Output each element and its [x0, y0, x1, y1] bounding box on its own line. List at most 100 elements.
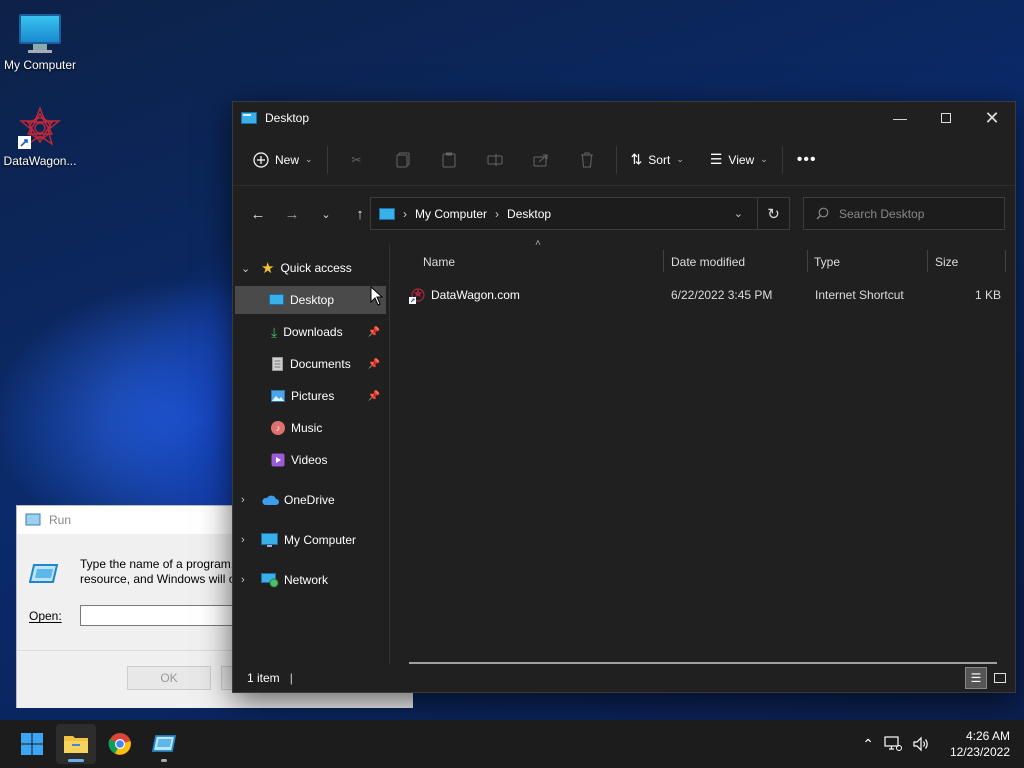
- new-button[interactable]: New ⌄: [245, 146, 321, 174]
- run-description-line1: Type the name of a program,: [80, 557, 235, 571]
- run-description-line2: resource, and Windows will o: [80, 572, 236, 586]
- arrow-left-icon: ←: [250, 205, 266, 223]
- clock[interactable]: 4:26 AM 12/23/2022: [950, 728, 1010, 760]
- column-header-name[interactable]: Name: [423, 244, 663, 280]
- navigation-pane: ⌄ ★ Quick access Desktop ⤓ Downloads 📌 D…: [233, 244, 390, 664]
- desktop-icon-label: DataWagon...: [3, 154, 77, 168]
- new-label: New: [275, 152, 300, 167]
- copy-button[interactable]: [380, 146, 426, 174]
- minimize-button[interactable]: —: [877, 102, 923, 134]
- file-row[interactable]: DataWagon.com 6/22/2022 3:45 PM Internet…: [391, 280, 1015, 312]
- breadcrumb-my-computer[interactable]: My Computer: [415, 207, 487, 221]
- desktop-icon-label: My Computer: [3, 58, 77, 72]
- nav-item-pictures[interactable]: Pictures 📌: [235, 382, 386, 410]
- file-list: ˄ Name Date modified Type Size DataWagon…: [391, 238, 1015, 664]
- cut-button[interactable]: ✂: [334, 147, 380, 173]
- maximize-button[interactable]: [923, 102, 969, 134]
- chevron-right-icon: ›: [241, 494, 245, 506]
- forward-button[interactable]: →: [275, 206, 309, 223]
- nav-item-label: Desktop: [290, 293, 335, 307]
- nav-item-downloads[interactable]: ⤓ Downloads 📌: [235, 318, 386, 346]
- nav-network[interactable]: › Network: [241, 566, 381, 594]
- address-dropdown-icon[interactable]: ⌄: [734, 207, 743, 220]
- run-ok-button[interactable]: OK: [127, 666, 211, 690]
- desktop-icon-my-computer[interactable]: My Computer: [0, 12, 80, 72]
- nav-onedrive-label: OneDrive: [284, 493, 335, 507]
- start-button[interactable]: [12, 724, 52, 764]
- refresh-icon[interactable]: ↻: [757, 198, 789, 229]
- share-icon: [533, 153, 549, 167]
- show-hidden-icons-button[interactable]: ⌃: [862, 736, 874, 753]
- taskbar-file-explorer[interactable]: [56, 724, 96, 764]
- mouse-cursor: [370, 286, 384, 306]
- rename-icon: [487, 153, 503, 167]
- chevron-down-icon: ⌄: [676, 154, 684, 164]
- nav-item-videos[interactable]: Videos: [235, 446, 386, 474]
- sort-icon: ⇅: [630, 151, 643, 167]
- network-status-icon[interactable]: [884, 736, 902, 752]
- clock-time: 4:26 AM: [965, 729, 1010, 743]
- view-label: View: [728, 152, 755, 167]
- monitor-icon: [18, 12, 62, 54]
- network-icon: [261, 572, 279, 588]
- paste-button[interactable]: [426, 146, 472, 174]
- column-header-type[interactable]: Type: [814, 244, 927, 280]
- search-box[interactable]: Search Desktop: [803, 197, 1005, 230]
- document-icon: [272, 357, 283, 371]
- file-size: 1 KB: [974, 288, 1001, 302]
- star-icon: ★: [261, 260, 275, 277]
- breadcrumb-separator-icon: ›: [495, 206, 500, 221]
- recent-locations-button[interactable]: ⌄: [309, 208, 343, 221]
- chevron-right-icon: ›: [241, 574, 245, 586]
- datawagon-logo-icon: [18, 106, 62, 150]
- address-bar[interactable]: › My Computer › Desktop ⌄ ↻: [370, 197, 790, 230]
- run-icon: [152, 734, 176, 754]
- share-button[interactable]: [518, 147, 564, 173]
- run-app-icon: [25, 513, 41, 527]
- arrow-right-icon: →: [284, 205, 300, 223]
- item-count: 1 item: [247, 671, 280, 685]
- volume-icon[interactable]: [912, 736, 930, 752]
- search-placeholder: Search Desktop: [839, 206, 925, 221]
- nav-item-label: Downloads: [283, 325, 343, 339]
- file-type: Internet Shortcut: [815, 288, 904, 302]
- nav-quick-access[interactable]: ⌄ ★ Quick access: [241, 254, 381, 282]
- nav-my-computer[interactable]: › My Computer: [241, 526, 381, 554]
- nav-my-computer-label: My Computer: [284, 533, 357, 547]
- more-options-button[interactable]: •••: [789, 145, 825, 175]
- run-icon: [29, 562, 59, 586]
- rename-button[interactable]: [472, 147, 518, 173]
- desktop-folder-icon: [379, 207, 395, 221]
- tiles-view-button[interactable]: [989, 667, 1011, 689]
- back-button[interactable]: ←: [241, 206, 275, 223]
- nav-item-label: Documents: [290, 357, 351, 371]
- nav-item-music[interactable]: ♪ Music: [235, 414, 386, 442]
- desktop-folder-icon: [269, 294, 284, 306]
- command-bar: New ⌄ ✂ ⇅ Sort ⌄ ☰ View ⌄ •••: [233, 134, 1015, 186]
- music-icon: ♪: [271, 421, 285, 435]
- column-header-size[interactable]: Size: [935, 244, 1005, 280]
- taskbar-run[interactable]: [144, 724, 184, 764]
- windows-logo-icon: [20, 732, 44, 756]
- view-button[interactable]: ☰ View ⌄: [702, 145, 776, 174]
- ellipsis-icon: •••: [796, 150, 817, 168]
- desktop-icon-datawagon[interactable]: DataWagon...: [0, 106, 80, 168]
- taskbar: ⌃ 4:26 AM 12/23/2022: [0, 720, 1024, 768]
- desktop-folder-icon: [241, 111, 257, 125]
- column-header-date[interactable]: Date modified: [671, 244, 807, 280]
- nav-item-desktop[interactable]: Desktop: [235, 286, 386, 314]
- details-view-button[interactable]: ☰: [965, 667, 987, 689]
- sort-label: Sort: [648, 152, 671, 167]
- close-button[interactable]: ✕: [969, 102, 1015, 134]
- run-open-label: Open:: [29, 609, 62, 623]
- nav-item-documents[interactable]: Documents 📌: [235, 350, 386, 378]
- file-explorer-window[interactable]: Desktop — ✕ New ⌄ ✂ ⇅ Sort ⌄ ☰ View ⌄ ••…: [232, 101, 1016, 693]
- plus-circle-icon: [253, 151, 269, 168]
- delete-button[interactable]: [564, 146, 610, 174]
- breadcrumb-desktop[interactable]: Desktop: [507, 207, 551, 221]
- clipboard-icon: [442, 152, 456, 168]
- explorer-titlebar[interactable]: Desktop — ✕: [233, 102, 1015, 134]
- nav-onedrive[interactable]: › OneDrive: [241, 486, 381, 514]
- sort-button[interactable]: ⇅ Sort ⌄: [623, 145, 692, 174]
- taskbar-chrome[interactable]: [100, 724, 140, 764]
